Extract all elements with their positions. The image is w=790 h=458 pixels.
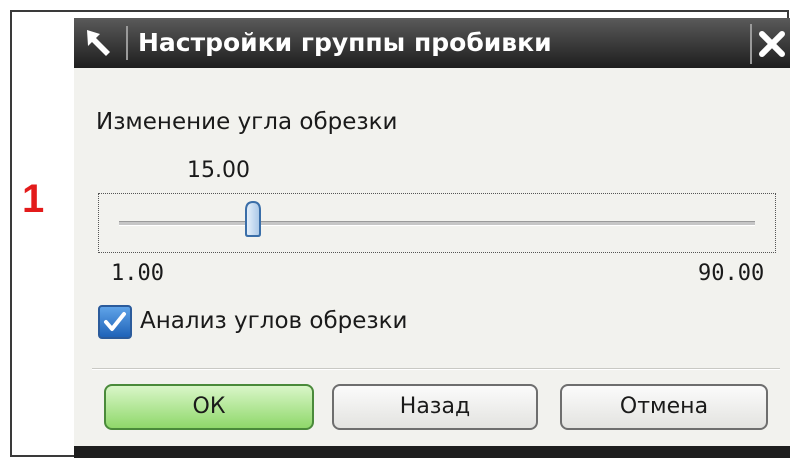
trim-angle-label: Изменение угла обрезки	[96, 109, 398, 135]
close-icon	[759, 31, 785, 57]
trim-angle-value: 15.00	[187, 158, 250, 183]
trim-angle-slider[interactable]	[98, 193, 776, 253]
slider-track[interactable]	[119, 221, 755, 226]
dialog-bottom-bar	[74, 446, 790, 458]
annotation-marker: 1	[22, 177, 45, 221]
button-divider	[92, 368, 780, 370]
dialog-title: Настройки группы пробивки	[138, 28, 552, 57]
title-separator	[126, 26, 128, 60]
trim-angle-analysis-label[interactable]: Анализ углов обрезки	[140, 308, 407, 334]
dialog-titlebar[interactable]: Настройки группы пробивки	[74, 18, 790, 68]
cancel-button[interactable]: Отмена	[560, 384, 768, 430]
pin-arrow-icon[interactable]	[82, 26, 116, 60]
ok-button[interactable]: ОК	[104, 384, 314, 430]
checkmark-icon	[104, 312, 126, 331]
trim-angle-analysis-checkbox[interactable]	[98, 305, 132, 339]
close-button[interactable]	[750, 24, 790, 64]
back-button[interactable]: Назад	[332, 384, 538, 430]
slider-max-label: 90.00	[698, 261, 765, 286]
slider-min-label: 1.00	[111, 261, 164, 286]
slider-thumb[interactable]	[244, 200, 262, 238]
punch-group-settings-dialog: Настройки группы пробивки Изменение угла…	[74, 18, 790, 458]
